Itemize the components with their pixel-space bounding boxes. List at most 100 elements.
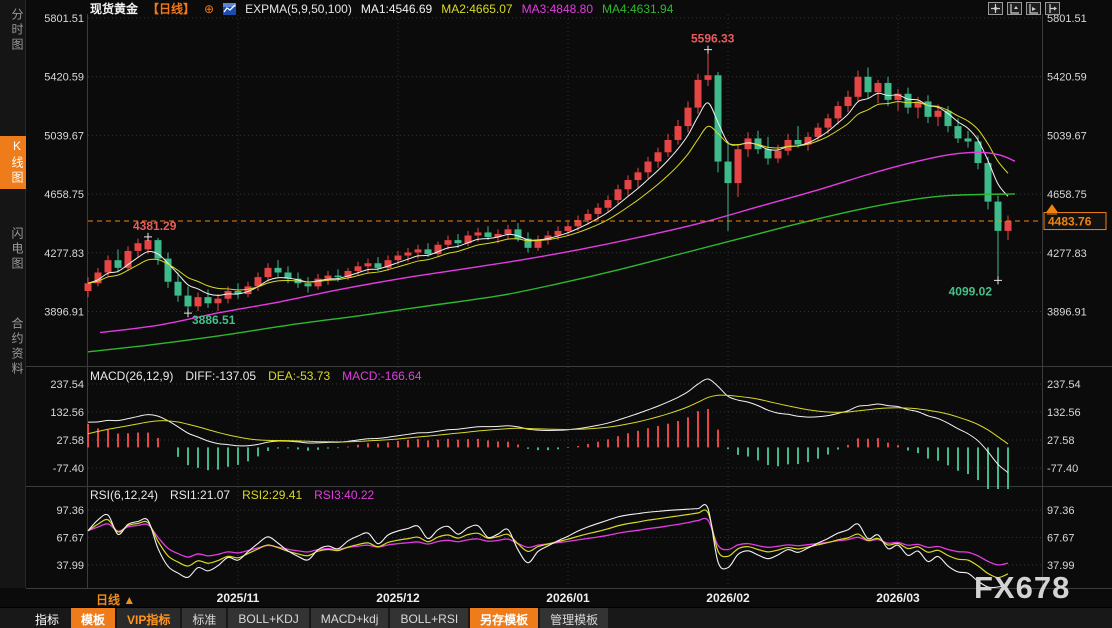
price-annotation: 5596.33 <box>691 32 735 46</box>
rsi3-value: RSI3:40.22 <box>314 488 374 502</box>
axis-right-icon[interactable] <box>1045 2 1060 15</box>
candlestick <box>535 240 542 248</box>
macd-dea-line <box>88 395 1008 444</box>
candlestick <box>765 149 772 158</box>
candlestick <box>985 163 992 202</box>
date-label: 2026/03 <box>876 591 920 605</box>
axis-tick: 67.67 <box>56 533 84 545</box>
macd-title: MACD(26,12,9) <box>90 369 173 383</box>
candlestick <box>365 263 372 266</box>
candlestick <box>935 111 942 117</box>
macd-dea-value: DEA:-53.73 <box>268 369 330 383</box>
axis-tick: -77.40 <box>53 463 84 475</box>
candlestick <box>885 83 892 100</box>
chart-type-sidebar: 分时图 K线图闪电图合约资料 <box>0 0 26 588</box>
candlestick <box>775 151 782 159</box>
candlestick <box>705 75 712 80</box>
sidebar-item-kline-chart[interactable]: K线图 <box>0 136 26 189</box>
axis-left-icon[interactable] <box>1007 2 1022 15</box>
tab-template[interactable]: 模板 <box>71 608 115 628</box>
extreme-marker-icon <box>704 46 712 54</box>
candlestick <box>635 172 642 180</box>
candlestick <box>485 232 492 237</box>
candlestick <box>1005 221 1012 231</box>
axis-tick: 3896.91 <box>44 306 84 318</box>
axis-tick: 132.56 <box>50 407 84 419</box>
candlestick <box>115 260 122 268</box>
indicator-icon <box>223 3 236 15</box>
axis-tick: 5420.59 <box>44 72 84 84</box>
tab-boll-rsi[interactable]: BOLL+RSI <box>390 608 468 628</box>
sidebar-item-contract-info[interactable]: 合约资料 <box>0 314 26 380</box>
tab-manage-template[interactable]: 管理模板 <box>540 608 608 628</box>
candlestick <box>135 243 142 251</box>
candlestick <box>905 94 912 108</box>
macd-macd-value: MACD:-166.64 <box>342 369 421 383</box>
rsi2-value: RSI2:29.41 <box>242 488 302 502</box>
ma2-value: MA2:4665.07 <box>441 2 512 16</box>
axis-tick: 27.58 <box>1047 435 1075 447</box>
axis-tick: 237.54 <box>1047 379 1081 391</box>
candlestick <box>335 276 342 278</box>
axis-tick: -77.40 <box>1047 463 1078 475</box>
axis-tick: 97.36 <box>56 505 84 517</box>
candlestick <box>615 189 622 200</box>
axis-tick: 4277.83 <box>44 248 84 260</box>
sidebar-item-lightning-chart[interactable]: 闪电图 <box>0 224 26 275</box>
bottom-tab-bar: 指标模板VIP指标标准BOLL+KDJMACD+kdjBOLL+RSI另存模板管… <box>0 607 1112 628</box>
period-selector[interactable]: 日线 ▲ <box>96 591 135 608</box>
add-indicator-icon[interactable]: ⊕ <box>204 2 214 16</box>
candlestick <box>565 226 572 231</box>
candlestick <box>865 77 872 92</box>
candlestick <box>605 200 612 208</box>
candlestick <box>715 75 722 161</box>
ma4-line <box>88 194 1015 352</box>
crosshair-icon[interactable] <box>988 2 1003 15</box>
rsi-header: RSI(6,12,24) RSI1:21.07 RSI2:29.41 RSI3:… <box>90 488 374 502</box>
rsi2-line <box>88 510 1008 578</box>
ma3-line <box>100 152 1015 332</box>
symbol-title: 现货黄金 <box>90 0 138 17</box>
candlestick <box>265 268 272 277</box>
axis-tick: 5039.67 <box>1047 130 1087 142</box>
candlestick <box>825 118 832 127</box>
candlestick <box>85 283 92 291</box>
candlestick <box>835 106 842 118</box>
candlestick <box>175 282 182 296</box>
candlestick <box>395 256 402 261</box>
tab-macd-kdj[interactable]: MACD+kdj <box>311 608 389 628</box>
candlestick <box>855 77 862 97</box>
candlestick <box>995 202 1002 231</box>
tab-vip-indicators[interactable]: VIP指标 <box>117 608 180 628</box>
current-price-badge: 4483.76 <box>1044 205 1106 230</box>
candlestick <box>145 240 152 249</box>
candlestick <box>185 296 192 307</box>
axis-bottom-icon[interactable] <box>1026 2 1041 15</box>
candlestick <box>315 279 322 287</box>
chart-header: 现货黄金 【日线】 ⊕ EXPMA(5,9,50,100) MA1:4546.6… <box>28 0 1112 17</box>
candlestick <box>425 249 432 254</box>
ma3-value: MA3:4848.80 <box>522 2 593 16</box>
axis-tick: 97.36 <box>1047 505 1075 517</box>
candlestick <box>875 83 882 92</box>
ma4-value: MA4:4631.94 <box>602 2 673 16</box>
tab-boll-kdj[interactable]: BOLL+KDJ <box>228 608 308 628</box>
period-tag: 【日线】 <box>147 0 195 17</box>
axis-tick: 237.54 <box>50 379 84 391</box>
macd-diff-value: DIFF:-137.05 <box>185 369 256 383</box>
candlestick <box>725 162 732 184</box>
candlestick <box>455 240 462 243</box>
date-label: 2026/02 <box>706 591 750 605</box>
sidebar-item-timeshare-chart[interactable]: 分时图 <box>0 5 26 56</box>
axis-tick: 27.58 <box>56 435 84 447</box>
candlestick <box>105 260 112 272</box>
candlestick <box>305 283 312 286</box>
candlestick <box>125 251 132 268</box>
axis-tick: 5420.59 <box>1047 72 1087 84</box>
tab-indicators[interactable]: 指标 <box>25 608 69 628</box>
candlestick <box>475 232 482 235</box>
tab-standard[interactable]: 标准 <box>182 608 226 628</box>
tab-save-template[interactable]: 另存模板 <box>470 608 538 628</box>
rsi-title: RSI(6,12,24) <box>90 488 158 502</box>
macd-header: MACD(26,12,9) DIFF:-137.05 DEA:-53.73 MA… <box>90 369 422 383</box>
